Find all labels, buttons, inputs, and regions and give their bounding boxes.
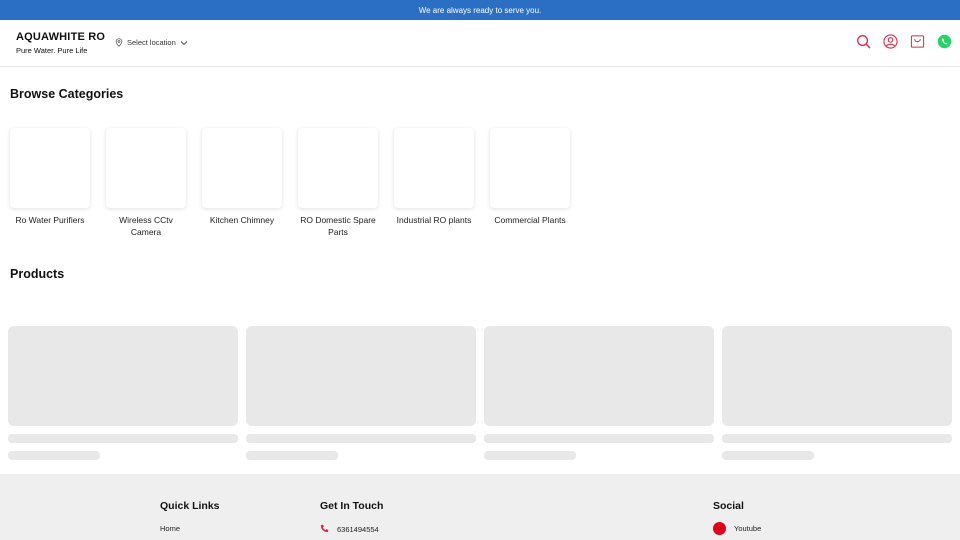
product-list — [8, 326, 952, 460]
product-title-placeholder — [8, 434, 238, 443]
category-image — [202, 128, 282, 208]
site-footer: Quick Links Home Get In Touch 6361494554… — [0, 474, 960, 540]
category-label: Kitchen Chimney — [209, 215, 275, 225]
product-card-skeleton — [8, 326, 238, 460]
category-image — [298, 128, 378, 208]
product-price-placeholder — [8, 451, 100, 460]
product-card-skeleton — [484, 326, 714, 460]
brand-name: AQUAWHITE RO — [16, 31, 106, 43]
phone-number: 6361494554 — [337, 525, 379, 534]
location-pin-icon — [115, 38, 123, 47]
header-actions — [856, 34, 952, 49]
get-in-touch-title: Get In Touch — [320, 500, 384, 512]
category-image — [490, 128, 570, 208]
announcement-bar: We are always ready to serve you. — [0, 0, 960, 20]
category-item[interactable]: Kitchen Chimney — [202, 128, 282, 238]
category-label: Wireless CCtv Camera — [119, 215, 173, 237]
product-price-placeholder — [722, 451, 814, 460]
brand-tagline: Pure Water. Pure Life — [16, 46, 88, 55]
site-header: AQUAWHITE RO Pure Water. Pure Life Selec… — [0, 20, 960, 67]
category-image — [10, 128, 90, 208]
category-image — [394, 128, 474, 208]
brand[interactable]: AQUAWHITE RO Pure Water. Pure Life — [16, 31, 105, 55]
chevron-down-icon — [180, 40, 188, 46]
category-item[interactable]: RO Domestic Spare Parts — [298, 128, 378, 238]
product-title-placeholder — [246, 434, 476, 443]
product-price-placeholder — [246, 451, 338, 460]
category-label: Ro Water Purifiers — [15, 215, 85, 225]
browse-categories-title: Browse Categories — [10, 87, 124, 101]
category-item[interactable]: Wireless CCtv Camera — [106, 128, 186, 238]
product-image-placeholder — [8, 326, 238, 426]
product-title-placeholder — [722, 434, 952, 443]
category-image — [106, 128, 186, 208]
user-icon[interactable] — [883, 34, 898, 49]
product-title-placeholder — [484, 434, 714, 443]
footer-quick-links: Quick Links Home — [160, 500, 220, 533]
location-label: Select location — [127, 38, 176, 47]
whatsapp-icon[interactable] — [937, 34, 952, 49]
category-label: RO Domestic Spare Parts — [300, 215, 376, 237]
product-image-placeholder — [484, 326, 714, 426]
quick-links-title: Quick Links — [160, 500, 220, 512]
category-label: Industrial RO plants — [396, 215, 472, 225]
location-selector[interactable]: Select location — [115, 38, 188, 47]
category-list: Ro Water Purifiers Wireless CCtv Camera … — [10, 128, 570, 238]
category-item[interactable]: Ro Water Purifiers — [10, 128, 90, 238]
cart-icon[interactable] — [910, 34, 925, 49]
footer-link-label: Home — [160, 524, 181, 533]
footer-get-in-touch: Get In Touch 6361494554 — [320, 500, 383, 535]
product-card-skeleton — [246, 326, 476, 460]
category-label: Commercial Plants — [494, 215, 566, 225]
product-card-skeleton — [722, 326, 952, 460]
phone-icon — [320, 524, 329, 535]
social-link-youtube[interactable]: Youtube — [713, 522, 761, 535]
youtube-icon — [713, 522, 726, 535]
footer-phone[interactable]: 6361494554 — [320, 524, 383, 535]
social-link-label: Youtube — [734, 524, 762, 533]
category-item[interactable]: Commercial Plants — [490, 128, 570, 238]
product-price-placeholder — [484, 451, 576, 460]
products-title: Products — [10, 267, 65, 281]
footer-social: Social Youtube — [713, 500, 761, 535]
search-icon[interactable] — [856, 34, 871, 49]
social-title: Social — [713, 500, 744, 512]
announcement-text: We are always ready to serve you. — [418, 5, 542, 15]
footer-link-home[interactable]: Home — [160, 524, 220, 533]
product-image-placeholder — [722, 326, 952, 426]
category-item[interactable]: Industrial RO plants — [394, 128, 474, 238]
product-image-placeholder — [246, 326, 476, 426]
